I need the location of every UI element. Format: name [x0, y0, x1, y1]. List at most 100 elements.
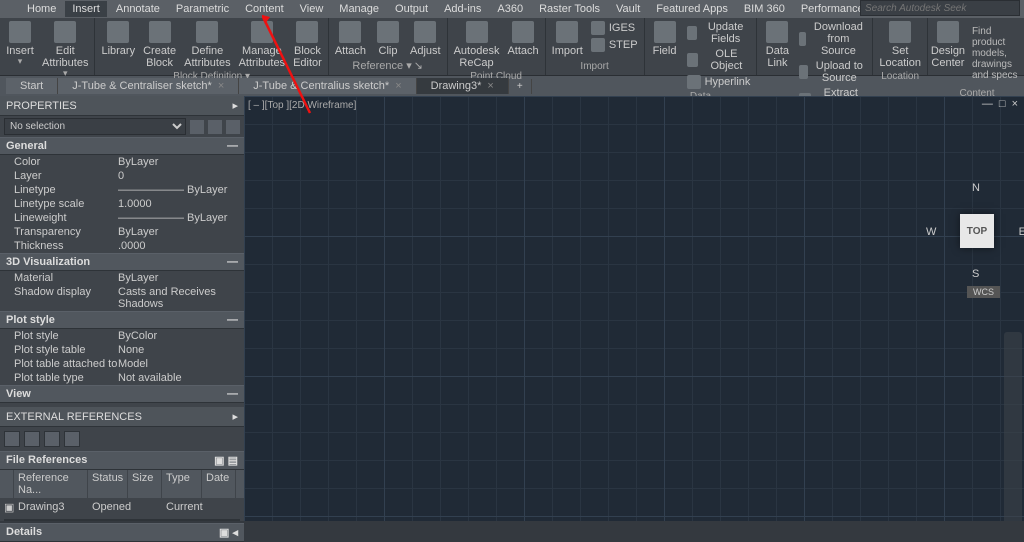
- menu-view[interactable]: View: [293, 1, 331, 17]
- panel-pin-icon[interactable]: ▸: [232, 99, 238, 112]
- dialog-launcher-icon[interactable]: ↘: [414, 59, 423, 72]
- property-row[interactable]: Lineweight—————— ByLayer: [0, 211, 244, 225]
- navigation-bar[interactable]: [1004, 332, 1022, 521]
- property-row[interactable]: Linetype scale1.0000: [0, 197, 244, 211]
- section-header[interactable]: View—: [0, 385, 244, 403]
- step-icon: [591, 38, 605, 52]
- properties-panel-title: PROPERTIES ▸: [0, 96, 244, 116]
- details-toggle-icon[interactable]: ▣ ◂: [219, 526, 238, 539]
- tab-jtube1[interactable]: J-Tube & Centraliser sketch*×: [58, 78, 239, 94]
- search-input[interactable]: [860, 0, 1020, 16]
- update-fields-button[interactable]: Update Fields: [685, 20, 753, 46]
- insert-button[interactable]: Insert▾: [4, 20, 36, 68]
- menu-a360[interactable]: A360: [490, 1, 530, 17]
- view-cube[interactable]: N E S W TOP: [942, 196, 1012, 266]
- property-row[interactable]: TransparencyByLayer: [0, 225, 244, 239]
- help-icon[interactable]: [64, 431, 80, 447]
- menu-content[interactable]: Content: [238, 1, 291, 17]
- attach-icon: [339, 21, 361, 43]
- upload-source-button[interactable]: Upload to Source: [797, 59, 868, 85]
- menubar: Home Insert Annotate Parametric Content …: [0, 0, 1024, 18]
- block-editor-button[interactable]: Block Editor: [291, 20, 324, 70]
- property-row[interactable]: Thickness.0000: [0, 239, 244, 253]
- xrefs-table-row[interactable]: ▣ Drawing3 Opened Current: [0, 498, 244, 517]
- section-header[interactable]: 3D Visualization—: [0, 253, 244, 271]
- menu-featured[interactable]: Featured Apps: [649, 1, 735, 17]
- maximize-icon[interactable]: □: [999, 98, 1006, 110]
- menu-home[interactable]: Home: [20, 1, 63, 17]
- attach-pc-icon: [512, 21, 534, 43]
- file-references-header[interactable]: File References▣ ▤: [0, 451, 244, 470]
- property-row[interactable]: MaterialByLayer: [0, 271, 244, 285]
- list-toggle-icon[interactable]: ▣ ▤: [214, 454, 238, 467]
- iges-button[interactable]: IGES: [589, 20, 640, 36]
- new-tab-button[interactable]: +: [509, 79, 532, 94]
- viewport-label[interactable]: [ – ][Top ][2D Wireframe]: [248, 100, 356, 111]
- panel-pin-icon[interactable]: ▸: [232, 410, 238, 423]
- close-icon[interactable]: ×: [395, 80, 401, 92]
- change-path-icon[interactable]: [44, 431, 60, 447]
- select-objects-icon[interactable]: [226, 120, 240, 134]
- download-source-button[interactable]: Download from Source: [797, 20, 868, 58]
- hyperlink-button[interactable]: Hyperlink: [685, 74, 753, 90]
- property-row[interactable]: Shadow displayCasts and Receives Shadows: [0, 285, 244, 311]
- attach-pc-button[interactable]: Attach: [505, 20, 540, 58]
- menu-insert[interactable]: Insert: [65, 1, 107, 17]
- create-block-button[interactable]: Create Block: [141, 20, 178, 70]
- property-row[interactable]: Plot table attached toModel: [0, 357, 244, 371]
- set-location-button[interactable]: Set Location: [877, 20, 923, 70]
- tab-start[interactable]: Start: [6, 78, 58, 94]
- field-button[interactable]: Field: [649, 20, 681, 58]
- close-icon[interactable]: ×: [487, 80, 493, 92]
- close-icon[interactable]: ×: [1012, 98, 1018, 110]
- menu-output[interactable]: Output: [388, 1, 435, 17]
- manage-attributes-button[interactable]: Manage Attributes: [237, 20, 287, 70]
- property-row[interactable]: ColorByLayer: [0, 155, 244, 169]
- data-link-button[interactable]: Data Link: [761, 20, 793, 70]
- library-button[interactable]: Library: [99, 20, 137, 58]
- menu-parametric[interactable]: Parametric: [169, 1, 236, 17]
- document-tabs: Start J-Tube & Centraliser sketch*× J-Tu…: [0, 76, 1024, 96]
- ole-object-button[interactable]: OLE Object: [685, 47, 753, 73]
- cube-top-face[interactable]: TOP: [960, 214, 994, 248]
- attach-xref-icon[interactable]: [4, 431, 20, 447]
- section-header[interactable]: Plot style—: [0, 311, 244, 329]
- refresh-icon[interactable]: [24, 431, 40, 447]
- clip-button[interactable]: Clip: [372, 20, 404, 58]
- attach-button[interactable]: Attach: [333, 20, 368, 58]
- property-row[interactable]: Layer0: [0, 169, 244, 183]
- menu-raster[interactable]: Raster Tools: [532, 1, 607, 17]
- adjust-button[interactable]: Adjust: [408, 20, 443, 58]
- define-attributes-button[interactable]: Define Attributes: [182, 20, 232, 70]
- design-center-button[interactable]: Design Center: [932, 20, 964, 70]
- data-link-icon: [766, 21, 788, 43]
- details-header[interactable]: Details▣ ◂: [0, 523, 244, 542]
- group-reference-label[interactable]: Reference ▾ ↘: [352, 58, 423, 73]
- property-row[interactable]: Plot style tableNone: [0, 343, 244, 357]
- property-row[interactable]: Plot styleByColor: [0, 329, 244, 343]
- tab-drawing3[interactable]: Drawing3*×: [417, 78, 509, 94]
- menu-annotate[interactable]: Annotate: [109, 1, 167, 17]
- close-icon[interactable]: ×: [218, 80, 224, 92]
- field-icon: [654, 21, 676, 43]
- iges-icon: [591, 21, 605, 35]
- drawing-canvas[interactable]: [ – ][Top ][2D Wireframe] — □ × N E S W …: [244, 96, 1024, 521]
- upload-icon: [799, 65, 808, 79]
- tab-jtube2[interactable]: J-Tube & Centralius sketch*×: [239, 78, 416, 94]
- wcs-label[interactable]: WCS: [967, 286, 1000, 298]
- property-row[interactable]: Plot table typeNot available: [0, 371, 244, 385]
- edit-attributes-button[interactable]: Edit Attributes▾: [40, 20, 90, 80]
- minimize-icon[interactable]: —: [982, 98, 993, 110]
- menu-addins[interactable]: Add-ins: [437, 1, 488, 17]
- menu-manage[interactable]: Manage: [332, 1, 386, 17]
- menu-bim360[interactable]: BIM 360: [737, 1, 792, 17]
- property-row[interactable]: Linetype—————— ByLayer: [0, 183, 244, 197]
- import-button[interactable]: Import: [550, 20, 585, 58]
- section-header[interactable]: General—: [0, 137, 244, 155]
- pickadd-icon[interactable]: [208, 120, 222, 134]
- menu-vault[interactable]: Vault: [609, 1, 647, 17]
- selection-dropdown[interactable]: No selection: [4, 118, 186, 135]
- recap-button[interactable]: Autodesk ReCap: [452, 20, 502, 70]
- step-button[interactable]: STEP: [589, 37, 640, 53]
- quick-select-icon[interactable]: [190, 120, 204, 134]
